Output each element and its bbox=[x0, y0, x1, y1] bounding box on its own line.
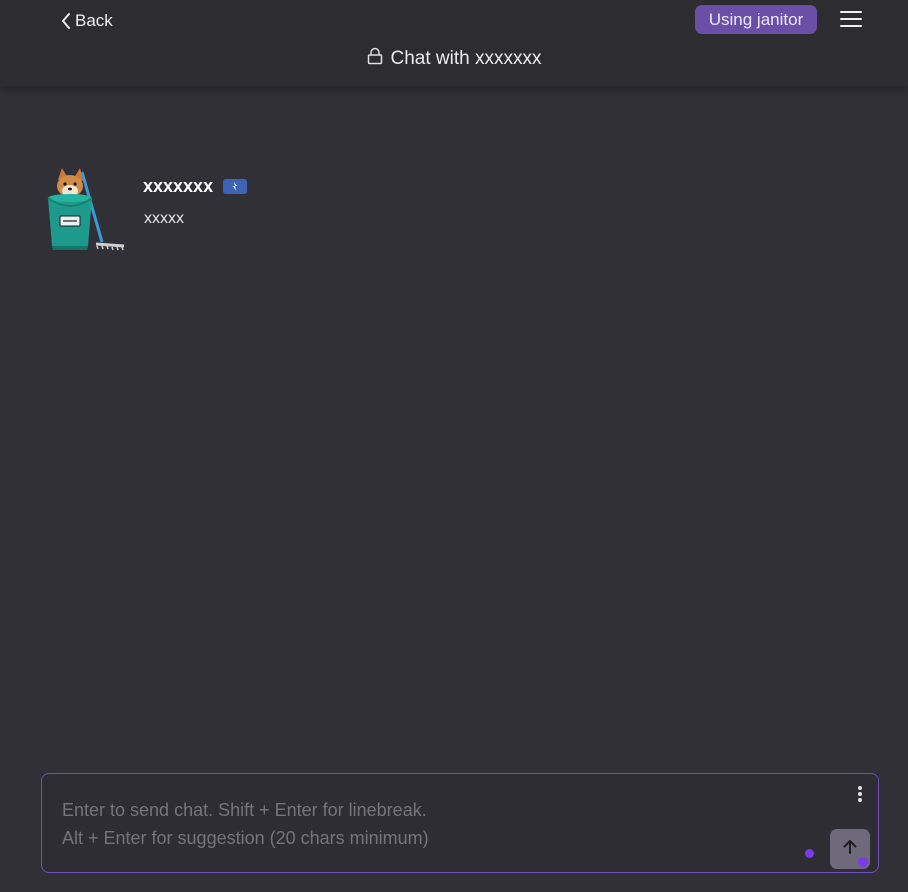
lock-icon bbox=[367, 47, 383, 70]
chat-message: xxxxxxx xxxxx bbox=[44, 166, 864, 256]
chat-title-text: Chat with xxxxxxx bbox=[390, 47, 542, 69]
chat-title: Chat with xxxxxxx bbox=[0, 47, 908, 70]
status-indicator bbox=[805, 849, 814, 858]
chevron-left-icon bbox=[60, 12, 72, 30]
bot-badge-icon bbox=[223, 179, 248, 194]
top-bar: Back Using janitor Chat with xxxxxxx bbox=[0, 0, 908, 86]
message-text: xxxxx bbox=[144, 210, 184, 227]
message-author[interactable]: xxxxxxx bbox=[143, 176, 213, 197]
message-composer bbox=[41, 773, 879, 873]
mode-badge[interactable]: Using janitor bbox=[695, 5, 817, 34]
chat-input[interactable] bbox=[62, 796, 802, 858]
chat-page: Back Using janitor Chat with xxxxxxx xxx… bbox=[0, 0, 908, 892]
hamburger-menu-icon[interactable] bbox=[838, 8, 864, 30]
avatar[interactable] bbox=[44, 166, 128, 252]
message-header: xxxxxxx bbox=[143, 176, 248, 197]
back-label: Back bbox=[75, 11, 113, 30]
back-button[interactable]: Back bbox=[60, 8, 113, 34]
send-status-dot bbox=[858, 857, 868, 867]
arrow-up-icon bbox=[841, 838, 859, 861]
send-button[interactable] bbox=[830, 829, 870, 869]
vertical-dots-icon[interactable] bbox=[852, 784, 868, 806]
